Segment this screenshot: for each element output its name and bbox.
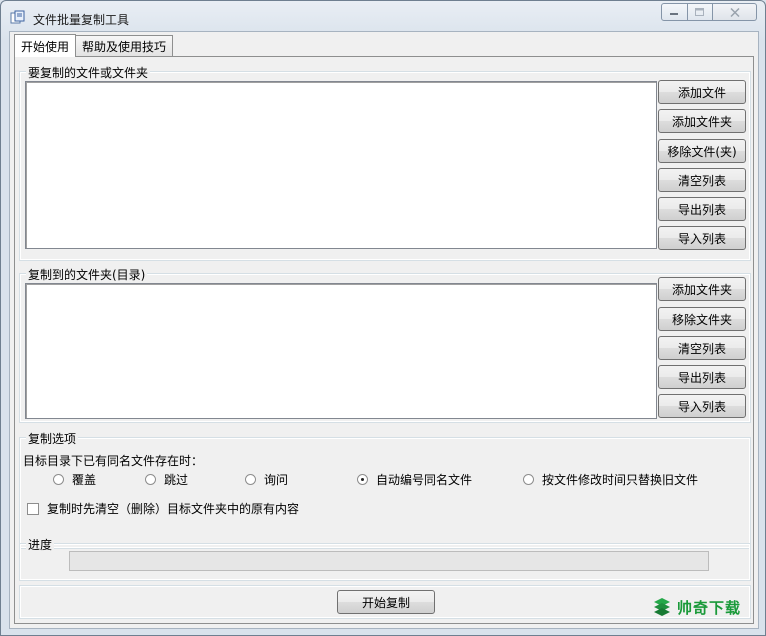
client-area: 开始使用 帮助及使用技巧 要复制的文件或文件夹 添加文件 添加文件夹 移除文件(… [9,31,759,629]
radio-replace-older-label: 按文件修改时间只替换旧文件 [542,473,699,487]
tab-panel-start: 要复制的文件或文件夹 添加文件 添加文件夹 移除文件(夹) 清空列表 导出列表 … [14,56,754,624]
import-source-list-button[interactable]: 导入列表 [658,226,746,250]
close-button[interactable] [713,3,757,21]
export-source-list-button[interactable]: 导出列表 [658,197,746,221]
radio-ask[interactable]: 询问 [245,471,288,488]
tab-start[interactable]: 开始使用 [14,34,77,57]
source-file-list[interactable] [25,81,657,249]
remove-file-button[interactable]: 移除文件(夹) [658,139,746,163]
minimize-button[interactable] [661,3,688,21]
radio-overwrite-circle[interactable] [53,474,64,485]
maximize-icon [695,7,704,16]
close-icon [729,7,740,17]
title-bar[interactable]: 文件批量复制工具 [1,1,765,31]
source-group-label: 要复制的文件或文件夹 [26,64,151,81]
dest-folder-list[interactable] [25,283,657,419]
export-dest-list-button[interactable]: 导出列表 [658,365,746,389]
add-file-button[interactable]: 添加文件 [658,80,746,104]
app-icon [10,10,25,24]
radio-skip[interactable]: 跳过 [145,471,188,488]
remove-dest-folder-button[interactable]: 移除文件夹 [658,307,746,331]
radio-ask-circle[interactable] [245,474,256,485]
maximize-button[interactable] [688,3,713,21]
progress-group-label: 进度 [26,536,55,553]
clear-dest-option[interactable]: 复制时先清空（删除）目标文件夹中的原有内容 [27,500,299,517]
radio-ask-label: 询问 [264,473,289,487]
radio-overwrite[interactable]: 覆盖 [53,471,96,488]
radio-auto-number[interactable]: 自动编号同名文件 [357,471,472,488]
add-folder-button[interactable]: 添加文件夹 [658,109,746,133]
add-dest-folder-button[interactable]: 添加文件夹 [658,277,746,301]
tab-help[interactable]: 帮助及使用技巧 [75,35,174,56]
duplicate-prompt: 目标目录下已有同名文件存在时： [23,454,204,468]
radio-skip-label: 跳过 [164,473,189,487]
dest-group-label: 复制到的文件夹(目录) [26,266,148,283]
import-dest-list-button[interactable]: 导入列表 [658,394,746,418]
radio-overwrite-label: 覆盖 [72,473,97,487]
radio-auto-number-label: 自动编号同名文件 [376,473,473,487]
clear-dest-list-button[interactable]: 清空列表 [658,336,746,360]
duplicate-radio-group: 覆盖 跳过 询问 自动编号同名文件 按文件修改时间只替换旧文件 [53,471,753,489]
start-copy-button[interactable]: 开始复制 [337,590,435,614]
watermark-text: 帅奇下载 [677,598,742,617]
clear-dest-checkbox-label: 复制时先清空（删除）目标文件夹中的原有内容 [47,502,300,516]
minimize-icon [670,13,678,15]
radio-replace-older-circle[interactable] [523,474,534,485]
window-title: 文件批量复制工具 [33,13,130,27]
watermark: 帅奇下载 [651,596,741,618]
tab-strip: 开始使用 帮助及使用技巧 [14,34,174,57]
radio-auto-number-circle[interactable] [357,474,368,485]
radio-replace-older[interactable]: 按文件修改时间只替换旧文件 [523,471,698,488]
clear-source-list-button[interactable]: 清空列表 [658,168,746,192]
clear-dest-checkbox[interactable] [27,502,39,515]
app-window: 文件批量复制工具 开始使用 帮助及使用技巧 要复制的文件或文件夹 添加文件 添加… [0,0,766,636]
radio-skip-circle[interactable] [145,474,156,485]
watermark-logo-icon [654,598,670,616]
options-group-label: 复制选项 [26,430,79,447]
copy-progress-bar [69,551,709,571]
